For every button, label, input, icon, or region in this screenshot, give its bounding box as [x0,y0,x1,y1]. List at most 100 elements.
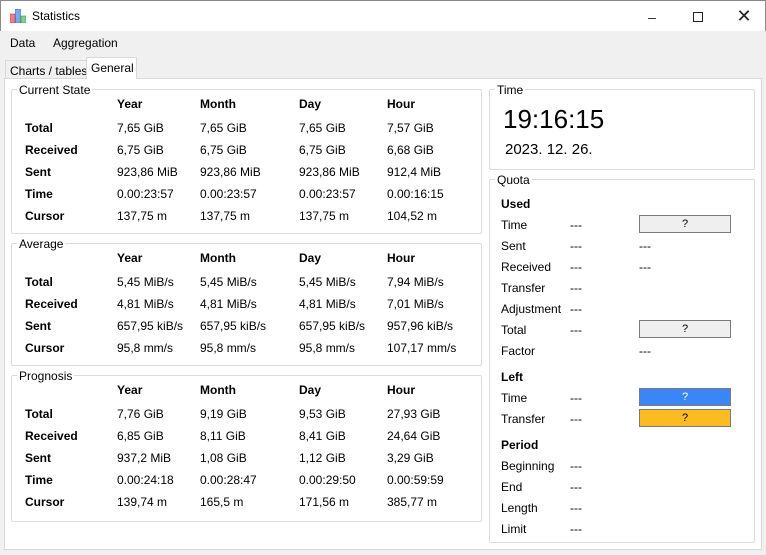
column-header-year: Year [117,251,143,265]
quota-label-transfer: Transfer [501,412,546,426]
value-total-year: 5,45 MiB/s [117,275,174,289]
quota-button-time[interactable]: ? [639,388,731,406]
value-sent-day: 923,86 MiB [299,165,360,179]
quota-value2-factor: --- [639,344,651,358]
column-header-month: Month [200,383,236,397]
quota-label-beginning: Beginning [501,459,555,473]
column-header-month: Month [200,251,236,265]
value-total-day: 7,65 GiB [299,121,346,135]
quota-label-sent: Sent [501,239,526,253]
value-sent-hour: 912,4 MiB [387,165,442,179]
column-header-hour: Hour [387,251,415,265]
value-total-month: 7,65 GiB [200,121,247,135]
quota-label-received: Received [501,260,552,274]
value-received-month: 8,11 GiB [200,429,246,443]
group-title: Average [17,237,66,251]
menu-bar: Data Aggregation [0,31,766,55]
value-cursor-month: 165,5 m [200,495,244,509]
group-title: Quota [495,173,532,187]
tab-charts-tables[interactable]: Charts / tables [5,60,87,80]
row-label-received: Received [25,297,78,311]
quota-value-sent: --- [570,239,582,253]
value-sent-month: 657,95 kiB/s [200,319,267,333]
quota-value2-received: --- [639,260,651,274]
value-sent-month: 923,86 MiB [200,165,261,179]
value-received-year: 6,85 GiB [117,429,164,443]
minimize-button[interactable]: – [629,1,675,32]
maximize-button[interactable] [675,1,721,32]
value-received-day: 6,75 GiB [299,143,346,157]
value-cursor-day: 95,8 mm/s [299,341,356,355]
value-time-hour: 0.00:16:15 [387,187,444,201]
clock-date: 2023. 12. 26. [505,141,593,158]
value-received-day: 8,41 GiB [299,429,346,443]
value-received-year: 6,75 GiB [117,143,164,157]
value-sent-month: 1,08 GiB [200,451,247,465]
row-label-total: Total [25,407,53,421]
value-cursor-hour: 107,17 mm/s [387,341,457,355]
value-cursor-day: 137,75 m [299,209,350,223]
row-label-time: Time [25,473,53,487]
row-label-cursor: Cursor [25,209,65,223]
value-received-month: 6,75 GiB [200,143,247,157]
quota-value-time: --- [570,218,582,232]
row-label-received: Received [25,429,78,443]
quota-value-transfer: --- [570,281,582,295]
quota-label-limit: Limit [501,522,527,536]
value-sent-day: 657,95 kiB/s [299,319,366,333]
value-cursor-year: 137,75 m [117,209,168,223]
group-quota [489,179,755,543]
quota-label-end: End [501,480,523,494]
quota-value-transfer: --- [570,412,582,426]
row-label-cursor: Cursor [25,341,65,355]
group-title: Current State [17,83,93,97]
title-bar: Statistics – ✕ [0,0,766,31]
value-total-hour: 7,94 MiB/s [387,275,444,289]
column-header-hour: Hour [387,383,415,397]
value-total-hour: 7,57 GiB [387,121,434,135]
value-total-day: 5,45 MiB/s [299,275,356,289]
menu-data[interactable]: Data [10,36,35,50]
value-time-hour: 0.00:59:59 [387,473,444,487]
bar-chart-app-icon [10,9,26,23]
quota-button-transfer[interactable]: ? [639,409,731,427]
quota-value-beginning: --- [570,459,582,473]
value-received-day: 4,81 MiB/s [299,297,356,311]
value-received-hour: 7,01 MiB/s [387,297,444,311]
group-title: Time [495,83,526,97]
quota-label-factor: Factor [501,344,536,358]
quota-value-limit: --- [570,522,582,536]
tab-general[interactable]: General [86,57,137,79]
value-cursor-day: 171,56 m [299,495,350,509]
row-label-total: Total [25,121,53,135]
row-label-total: Total [25,275,53,289]
quota-button-total[interactable]: ? [639,320,731,338]
quota-value-end: --- [570,480,582,494]
value-cursor-year: 139,74 m [117,495,168,509]
value-total-day: 9,53 GiB [299,407,346,421]
column-header-hour: Hour [387,97,415,111]
quota-value-length: --- [570,501,582,515]
row-label-sent: Sent [25,165,52,179]
value-time-year: 0.00:23:57 [117,187,174,201]
section-period: Period [501,438,539,452]
quota-label-time: Time [501,218,528,232]
column-header-day: Day [299,251,322,265]
clock-time: 19:16:15 [503,104,605,134]
quota-label-time: Time [501,391,528,405]
column-header-month: Month [200,97,236,111]
value-received-month: 4,81 MiB/s [200,297,257,311]
value-cursor-month: 95,8 mm/s [200,341,257,355]
quota-button-time[interactable]: ? [639,215,731,233]
close-button[interactable]: ✕ [721,1,766,32]
row-label-sent: Sent [25,319,52,333]
quota-label-transfer: Transfer [501,281,546,295]
section-left: Left [501,370,523,384]
value-sent-year: 937,2 MiB [117,451,172,465]
value-total-month: 9,19 GiB [200,407,247,421]
menu-aggregation[interactable]: Aggregation [53,36,118,50]
column-header-year: Year [117,97,143,111]
quota-value-total: --- [570,323,582,337]
quota-label-total: Total [501,323,527,337]
quota-value2-sent: --- [639,239,651,253]
